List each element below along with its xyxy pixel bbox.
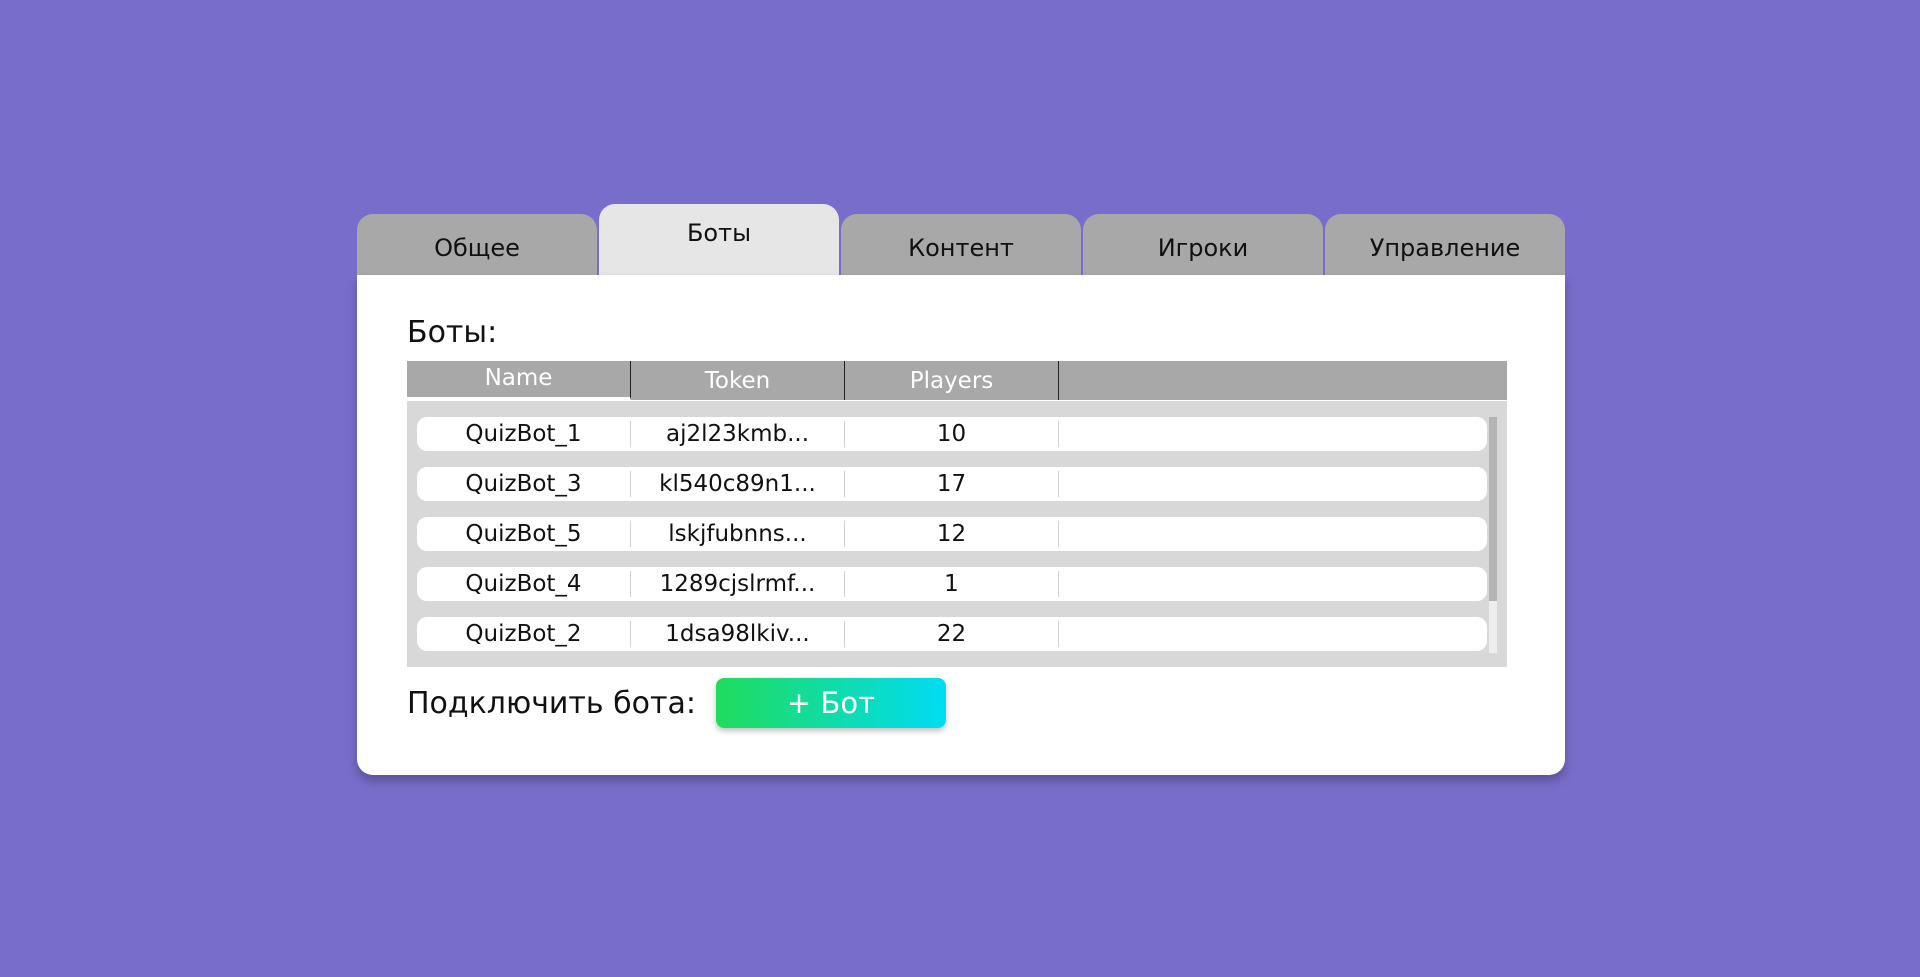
tab-management[interactable]: Управление xyxy=(1325,214,1565,275)
settings-panel: Общее Боты Контент Игроки Управление Бот… xyxy=(357,204,1565,775)
table-row[interactable]: QuizBot_4 1289cjslrmf... 1 xyxy=(417,567,1487,601)
connect-bot-label: Подключить бота: xyxy=(407,685,696,721)
tab-players[interactable]: Игроки xyxy=(1083,214,1323,275)
cell-players: 1 xyxy=(845,571,1059,597)
column-header-token[interactable]: Token xyxy=(631,361,845,400)
add-bot-button[interactable]: + Бот xyxy=(715,678,946,728)
cell-name: QuizBot_3 xyxy=(417,471,631,497)
bots-table: Name Token Players QuizBot_1 aj2l23kmb..… xyxy=(407,361,1507,667)
cell-players: 17 xyxy=(845,471,1059,497)
connect-bot-row: Подключить бота: + Бот xyxy=(407,678,946,728)
table-row[interactable]: QuizBot_1 aj2l23kmb... 10 xyxy=(417,417,1487,451)
table-row[interactable]: QuizBot_3 kl540c89n1... 17 xyxy=(417,467,1487,501)
column-header-players[interactable]: Players xyxy=(845,361,1059,400)
cell-token: kl540c89n1... xyxy=(631,471,845,497)
tab-bots[interactable]: Боты xyxy=(599,204,839,275)
cell-token: 1289cjslrmf... xyxy=(631,571,845,597)
table-row[interactable]: QuizBot_5 lskjfubnns... 12 xyxy=(417,517,1487,551)
cell-name: QuizBot_1 xyxy=(417,421,631,447)
cell-name: QuizBot_5 xyxy=(417,521,631,547)
cell-players: 22 xyxy=(845,621,1059,647)
cell-name: QuizBot_2 xyxy=(417,621,631,647)
cell-players: 10 xyxy=(845,421,1059,447)
section-title: Боты: xyxy=(407,315,498,350)
cell-name: QuizBot_4 xyxy=(417,571,631,597)
column-header-name[interactable]: Name xyxy=(407,361,631,400)
tab-bar: Общее Боты Контент Игроки Управление xyxy=(357,204,1565,275)
tab-content[interactable]: Контент xyxy=(841,214,1081,275)
cell-token: lskjfubnns... xyxy=(631,521,845,547)
table-scrollbar[interactable] xyxy=(1489,417,1497,653)
table-body: QuizBot_1 aj2l23kmb... 10 QuizBot_3 kl54… xyxy=(407,401,1507,667)
scrollbar-thumb[interactable] xyxy=(1489,417,1497,601)
cell-token: 1dsa98lkiv... xyxy=(631,621,845,647)
cell-token: aj2l23kmb... xyxy=(631,421,845,447)
table-row[interactable]: QuizBot_2 1dsa98lkiv... 22 xyxy=(417,617,1487,651)
table-header: Name Token Players xyxy=(407,361,1507,401)
tab-general[interactable]: Общее xyxy=(357,214,597,275)
bots-card: Боты: Name Token Players QuizBot_1 aj2l2… xyxy=(357,275,1565,775)
cell-players: 12 xyxy=(845,521,1059,547)
